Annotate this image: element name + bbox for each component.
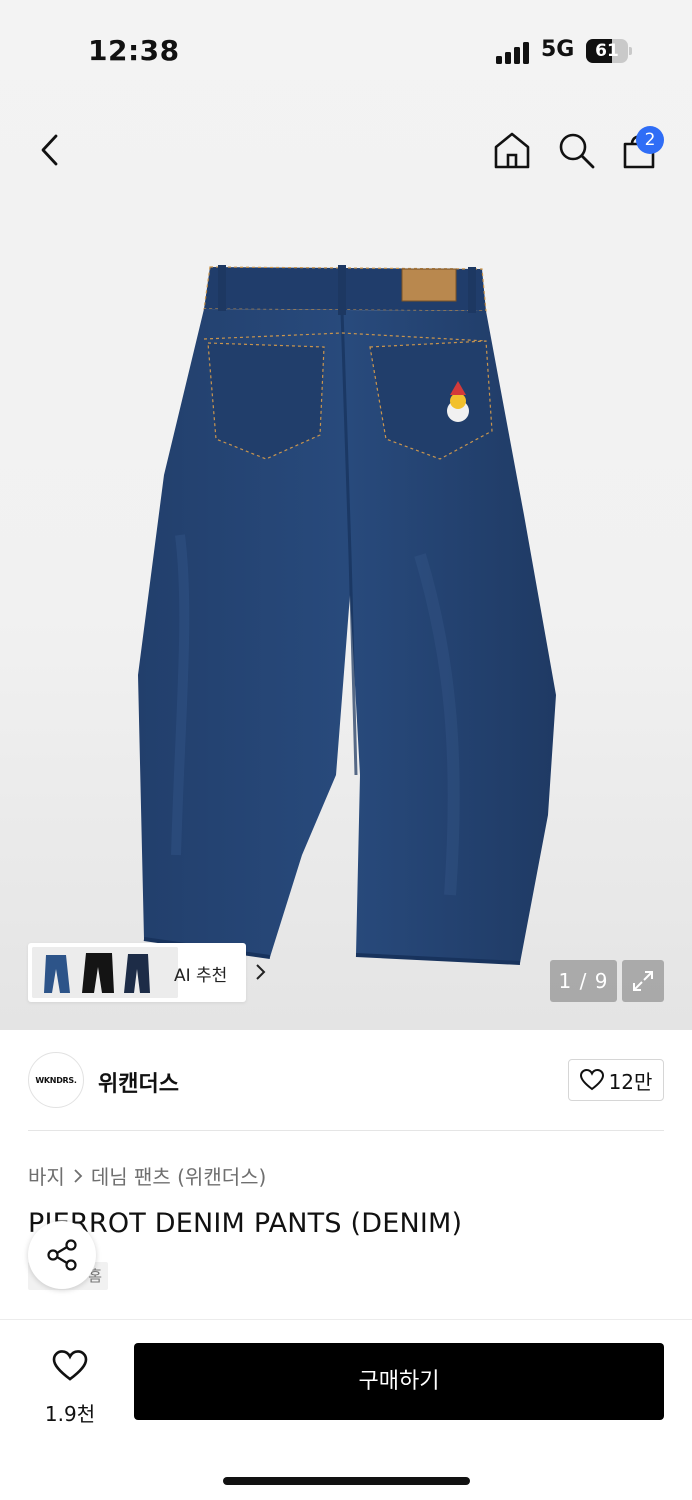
share-icon bbox=[47, 1239, 77, 1271]
chevron-right-icon bbox=[74, 1168, 83, 1183]
battery-level: 61 bbox=[595, 41, 619, 61]
brand-logo[interactable]: WKNDRS. bbox=[28, 1052, 84, 1108]
cart-badge: 2 bbox=[636, 126, 664, 154]
product-title: PIERROT DENIM PANTS (DENIM) bbox=[28, 1208, 463, 1239]
recommendation-thumbnails bbox=[32, 947, 178, 998]
bottom-action-bar: 1.9천 구매하기 bbox=[0, 1319, 692, 1500]
breadcrumb: 바지 데님 팬츠 (위캔더스) bbox=[28, 1161, 266, 1190]
chevron-right-icon bbox=[256, 964, 266, 980]
status-time: 12:38 bbox=[88, 34, 180, 67]
ai-recommendation-label: AI 추천 bbox=[174, 966, 228, 986]
back-button[interactable] bbox=[28, 128, 72, 172]
ai-recommendation-button[interactable]: AI 추천 bbox=[28, 943, 266, 1002]
brand-row[interactable]: WKNDRS. 위캔더스 12만 bbox=[28, 1052, 664, 1110]
home-icon bbox=[494, 132, 530, 169]
expand-image-button[interactable] bbox=[622, 960, 664, 1002]
wishlist-button[interactable]: 1.9천 bbox=[30, 1348, 110, 1426]
brand-like-button[interactable]: 12만 bbox=[568, 1059, 664, 1101]
home-button[interactable] bbox=[490, 128, 534, 172]
signal-icon bbox=[496, 42, 529, 64]
home-indicator bbox=[223, 1477, 470, 1485]
brand-name[interactable]: 위캔더스 bbox=[98, 1066, 179, 1098]
breadcrumb-subcategory[interactable]: 데님 팬츠 (위캔더스) bbox=[91, 1161, 267, 1190]
network-type: 5G bbox=[541, 37, 575, 62]
status-bar: 12:38 5G 61 bbox=[0, 0, 692, 100]
breadcrumb-category[interactable]: 바지 bbox=[28, 1161, 65, 1190]
top-nav bbox=[0, 110, 692, 190]
search-button[interactable] bbox=[554, 128, 598, 172]
heart-icon bbox=[579, 1069, 604, 1091]
buy-button[interactable]: 구매하기 bbox=[134, 1343, 664, 1420]
chevron-left-icon bbox=[41, 134, 58, 166]
search-icon bbox=[559, 133, 595, 169]
heart-icon bbox=[52, 1350, 88, 1381]
wishlist-count: 1.9천 bbox=[44, 1402, 96, 1426]
share-button[interactable] bbox=[28, 1221, 96, 1289]
divider bbox=[28, 1130, 664, 1131]
product-photo[interactable] bbox=[120, 255, 580, 975]
image-counter: 1 / 9 bbox=[550, 960, 617, 1002]
battery-icon: 61 bbox=[586, 39, 632, 63]
expand-icon bbox=[633, 971, 653, 991]
brand-like-count: 12만 bbox=[608, 1069, 653, 1094]
